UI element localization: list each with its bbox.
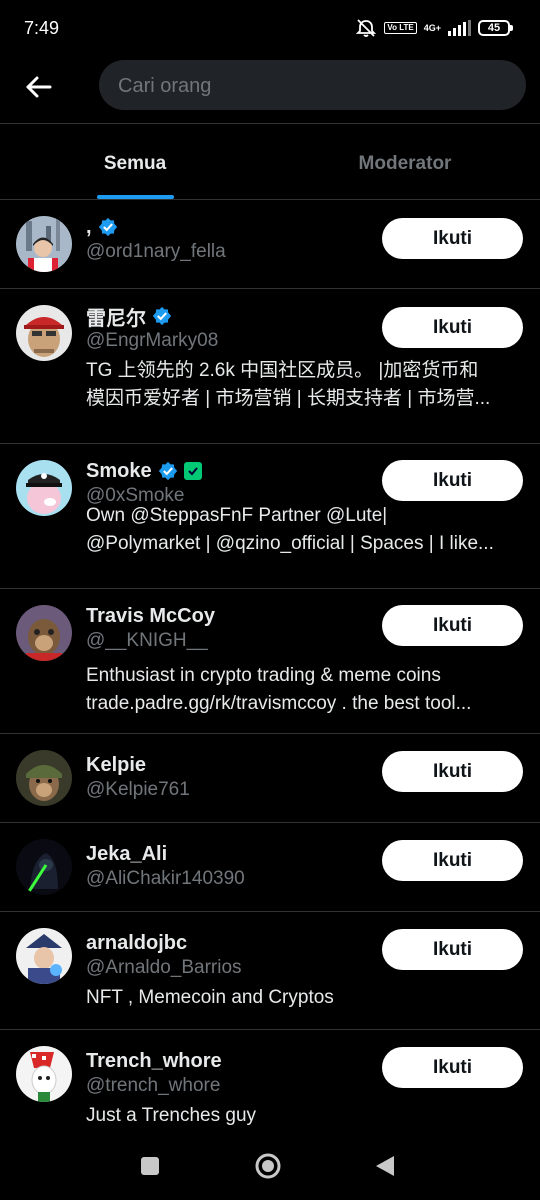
user-name: Travis McCoy — [86, 604, 215, 627]
signal-icon — [448, 20, 471, 36]
user-name: Jeka_Ali — [86, 842, 168, 865]
avatar — [16, 1046, 72, 1102]
verified-badge-icon — [98, 217, 117, 237]
list-item[interactable]: Travis McCoy @__KNIGH__ Enthusiast in cr… — [0, 589, 540, 734]
user-handle: @__KNIGH__ — [86, 630, 208, 651]
status-bar: 7:49 Vo LTE 4G+ 45 — [0, 0, 540, 58]
avatar — [16, 460, 72, 516]
user-handle: @trench_whore — [86, 1075, 221, 1096]
user-name: Kelpie — [86, 753, 147, 776]
follow-button[interactable]: Ikuti — [382, 929, 523, 970]
user-info: 雷尼尔 @EngrMarky08 — [86, 303, 376, 353]
bell-off-icon — [356, 19, 377, 37]
bio-line: TG 上领先的 2.6k 中国社区成员。 |加密货币和 — [86, 360, 479, 381]
list-item[interactable]: Smoke @0xSmoke Own @SteppasFnF Partner @… — [0, 444, 540, 589]
user-info: , @ord1nary_fella — [86, 214, 376, 264]
bio-line: Enthusiast in crypto trading & meme coin… — [86, 665, 441, 686]
list-item[interactable]: Trench_whore @trench_whore Just a Trench… — [0, 1030, 540, 1135]
tab-semua[interactable]: Semua — [0, 124, 270, 199]
status-icons: Vo LTE 4G+ 45 — [355, 18, 513, 38]
bio-line: Own @SteppasFnF Partner @Lute| — [86, 505, 388, 526]
user-info: Kelpie @Kelpie761 — [86, 752, 376, 802]
user-handle: @Arnaldo_Barrios — [86, 957, 242, 978]
user-info: Travis McCoy @__KNIGH__ — [86, 603, 376, 653]
user-handle: @ord1nary_fella — [86, 241, 226, 262]
verified-badge-icon — [158, 461, 177, 481]
list-item[interactable]: , @ord1nary_fella Ikuti — [0, 200, 540, 289]
bio-line: Just a Trenches guy — [86, 1105, 257, 1126]
avatar — [16, 839, 72, 895]
follow-button[interactable]: Ikuti — [382, 751, 523, 792]
follow-button[interactable]: Ikuti — [382, 460, 523, 501]
user-list: , @ord1nary_fella Ikuti 雷尼尔 @EngrMarky08… — [0, 200, 540, 1135]
follow-button[interactable]: Ikuti — [382, 307, 523, 348]
home-icon[interactable] — [254, 1152, 282, 1180]
user-info: Trench_whore @trench_whore — [86, 1048, 376, 1098]
user-bio: Just a Trenches guy — [86, 1102, 526, 1130]
search-header — [0, 58, 540, 123]
list-item[interactable]: Kelpie @Kelpie761 Ikuti — [0, 734, 540, 823]
follow-button[interactable]: Ikuti — [382, 840, 523, 881]
search-bar[interactable] — [99, 60, 526, 112]
avatar — [16, 305, 72, 361]
recents-icon[interactable] — [140, 1156, 160, 1176]
bio-line: @Polymarket | @qzino_official | Spaces |… — [86, 533, 494, 554]
tab-moderator[interactable]: Moderator — [270, 124, 540, 199]
user-name: , — [86, 215, 92, 238]
network-type: 4G+ — [423, 22, 441, 33]
user-handle: @AliChakir140390 — [86, 868, 245, 889]
list-item[interactable]: 雷尼尔 @EngrMarky08 TG 上领先的 2.6k 中国社区成员。 |加… — [0, 289, 540, 444]
avatar — [16, 216, 72, 272]
bio-line: 模因币爱好者 | 市场营销 | 长期支持者 | 市场营... — [86, 388, 491, 409]
bio-line: trade.padre.gg/rk/travismccoy . the best… — [86, 693, 472, 714]
system-nav-bar — [0, 1130, 540, 1200]
arrow-left-icon[interactable] — [22, 70, 56, 104]
user-name: Smoke — [86, 459, 152, 482]
user-info: Smoke @0xSmoke — [86, 458, 376, 508]
follow-button[interactable]: Ikuti — [382, 605, 523, 646]
avatar — [16, 605, 72, 661]
user-name: Trench_whore — [86, 1049, 222, 1072]
user-handle: @EngrMarky08 — [86, 330, 219, 351]
user-bio: TG 上领先的 2.6k 中国社区成员。 |加密货币和 模因币爱好者 | 市场营… — [86, 357, 526, 413]
volte-icon: Vo LTE — [384, 22, 417, 34]
user-info: Jeka_Ali @AliChakir140390 — [86, 841, 376, 891]
battery-level: 45 — [487, 22, 501, 34]
bio-line: NFT , Memecoin and Cryptos — [86, 987, 334, 1008]
user-name: arnaldojbc — [86, 931, 188, 954]
user-handle: @Kelpie761 — [86, 779, 190, 800]
battery-icon: 45 — [478, 20, 513, 36]
tab-bar: Semua Moderator — [0, 124, 540, 199]
avatar — [16, 750, 72, 806]
search-input[interactable] — [116, 60, 500, 112]
clock: 7:49 — [24, 18, 60, 38]
tab-label: Moderator — [358, 153, 452, 174]
avatar — [16, 928, 72, 984]
follow-button[interactable]: Ikuti — [382, 218, 523, 259]
back-nav-icon[interactable] — [374, 1154, 396, 1178]
verified-badge-icon — [152, 306, 172, 326]
affiliate-badge-icon — [183, 462, 202, 480]
user-info: arnaldojbc @Arnaldo_Barrios — [86, 930, 376, 980]
user-bio: Own @SteppasFnF Partner @Lute| @Polymark… — [86, 502, 526, 558]
list-item[interactable]: Jeka_Ali @AliChakir140390 Ikuti — [0, 823, 540, 912]
list-item[interactable]: arnaldojbc @Arnaldo_Barrios NFT , Memeco… — [0, 912, 540, 1030]
user-name: 雷尼尔 — [86, 307, 146, 330]
user-bio: NFT , Memecoin and Cryptos — [86, 984, 526, 1012]
user-bio: Enthusiast in crypto trading & meme coin… — [86, 662, 526, 718]
follow-button[interactable]: Ikuti — [382, 1047, 523, 1088]
tab-label: Semua — [103, 153, 167, 174]
